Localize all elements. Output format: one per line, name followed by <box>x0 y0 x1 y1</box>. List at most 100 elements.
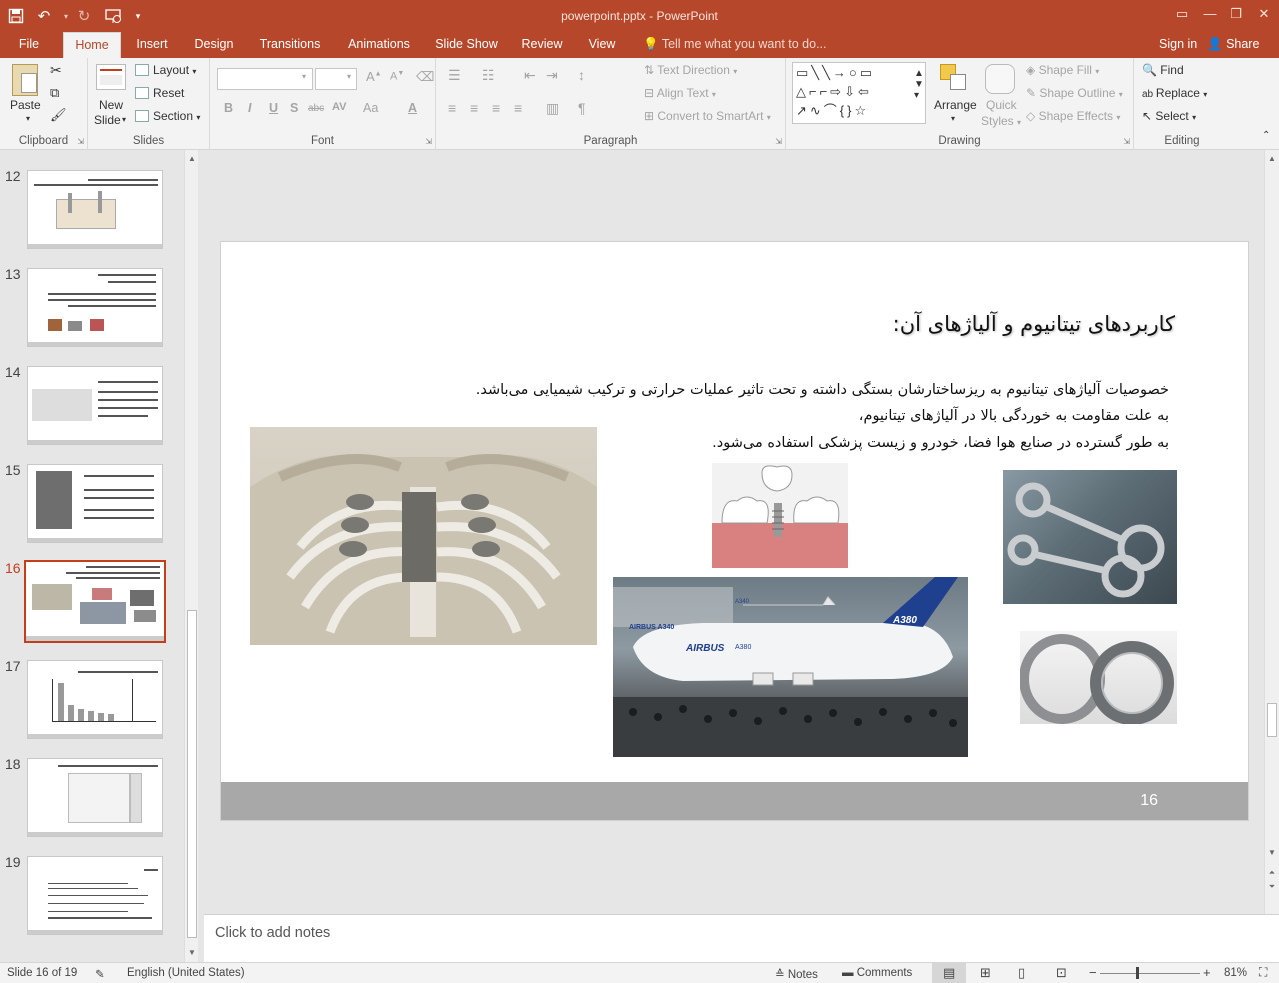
spell-check-icon[interactable]: ✎ <box>95 967 105 981</box>
shape-outline-button[interactable]: ✎ Shape Outline ▾ <box>1026 86 1123 100</box>
decrease-font-icon[interactable]: A▼ <box>390 70 404 83</box>
numbering-icon[interactable]: ☷ <box>482 67 495 84</box>
slide-scrollbar[interactable]: ▲ ▼ ⏶ ⏷ <box>1264 150 1279 914</box>
italic-button[interactable]: I <box>248 101 251 115</box>
format-painter-icon[interactable]: 🖌 <box>50 107 67 123</box>
layout-button[interactable]: Layout ▾ <box>135 63 196 77</box>
character-spacing-button[interactable]: AV <box>332 101 346 113</box>
increase-indent-icon[interactable]: ⇥ <box>546 67 558 84</box>
strikethrough-button[interactable]: abc <box>308 103 324 114</box>
drawing-launcher-icon[interactable]: ⇲ <box>1123 137 1130 146</box>
dental-implant-image[interactable] <box>712 463 848 568</box>
tab-home[interactable]: Home <box>63 32 121 58</box>
chest-implant-image[interactable] <box>250 427 597 645</box>
scroll-down-icon[interactable]: ▼ <box>185 946 199 960</box>
bullets-icon[interactable]: ☰ <box>448 67 461 84</box>
zoom-in-button[interactable]: + <box>1203 965 1211 980</box>
notes-placeholder[interactable]: Click to add notes <box>215 925 330 941</box>
slide-body-line[interactable]: به علت مقاومت به خوردگی بالا در آلیاژهای… <box>859 408 1169 424</box>
increase-font-icon[interactable]: A▲ <box>366 69 382 84</box>
font-size-dropdown-icon[interactable]: ▾ <box>347 72 351 81</box>
sign-in-link[interactable]: Sign in <box>1159 32 1197 56</box>
reading-view-icon[interactable]: ▯ <box>1018 965 1025 981</box>
new-slide-button-line2[interactable]: Slide <box>94 113 121 127</box>
underline-button[interactable]: U <box>269 101 278 115</box>
slide-thumbnail-19[interactable] <box>27 856 163 935</box>
clear-formatting-icon[interactable]: ⌫ <box>416 69 434 85</box>
zoom-slider[interactable] <box>1100 973 1200 974</box>
tab-design[interactable]: Design <box>186 32 242 58</box>
reset-button[interactable]: Reset <box>135 86 184 100</box>
ribbon-display-options-icon[interactable]: ▭ <box>1168 3 1196 25</box>
slide-title[interactable]: کاربردهای تیتانیوم و آلیاژهای آن: <box>893 312 1175 336</box>
previous-slide-icon[interactable]: ⏶ <box>1265 866 1279 880</box>
quick-styles-button-line2[interactable]: Styles ▾ <box>981 114 1021 128</box>
new-slide-dropdown-icon[interactable]: ▾ <box>122 115 126 124</box>
arrange-button[interactable]: Arrange <box>934 98 977 112</box>
bold-button[interactable]: B <box>224 101 233 115</box>
shape-effects-button[interactable]: ◇ Shape Effects ▾ <box>1026 109 1120 123</box>
paste-icon[interactable] <box>12 64 38 96</box>
share-button[interactable]: 👤 Share <box>1207 32 1259 56</box>
tab-slide-show[interactable]: Slide Show <box>428 32 505 58</box>
thumbnail-scrollbar[interactable]: ▲ ▼ <box>184 150 198 962</box>
tab-insert[interactable]: Insert <box>127 32 177 58</box>
slide-body-line[interactable]: به طور گسترده در صنایع هوا فضا، خودرو و … <box>712 435 1169 451</box>
slide-thumbnail-17[interactable] <box>27 660 163 739</box>
shape-fill-button[interactable]: ◈ Shape Fill ▾ <box>1026 63 1099 77</box>
slide-thumbnail-16[interactable] <box>24 560 166 643</box>
shapes-gallery[interactable]: ▭╲╲→○▭ △⌐⌐⇨⇩⇦ ↗∿⌒{}☆ <box>792 62 926 124</box>
justify-icon[interactable]: ≡ <box>514 100 522 116</box>
close-icon[interactable]: ✕ <box>1250 3 1278 25</box>
font-launcher-icon[interactable]: ⇲ <box>425 137 432 146</box>
scroll-thumb[interactable] <box>1267 703 1277 737</box>
scroll-up-icon[interactable]: ▲ <box>1265 152 1279 166</box>
cut-icon[interactable]: ✂ <box>50 62 62 79</box>
paste-button[interactable]: Paste <box>10 98 41 112</box>
tab-file[interactable]: File <box>8 32 50 58</box>
rtl-icon[interactable]: ¶ <box>578 100 586 116</box>
language-indicator[interactable]: English (United States) <box>127 967 245 979</box>
find-button[interactable]: 🔍 Find <box>1142 63 1184 77</box>
slide-body-line[interactable]: خصوصیات آلیاژهای تیتانیوم به ریزساختارشا… <box>476 382 1169 398</box>
align-text-button[interactable]: ⊟ Align Text ▾ <box>644 86 716 100</box>
paste-dropdown-icon[interactable]: ▾ <box>26 114 30 123</box>
tab-review[interactable]: Review <box>514 32 570 58</box>
align-right-icon[interactable]: ≡ <box>492 100 500 116</box>
replace-button[interactable]: ab Replace ▾ <box>1142 86 1207 100</box>
quick-styles-icon[interactable] <box>985 64 1015 94</box>
slide-thumbnail-13[interactable] <box>27 268 163 347</box>
quick-styles-button[interactable]: Quick <box>986 98 1017 112</box>
select-button[interactable]: ↖ Select ▾ <box>1142 109 1196 123</box>
section-button[interactable]: Section ▾ <box>135 109 200 123</box>
tab-view[interactable]: View <box>580 32 624 58</box>
airbus-a380-image[interactable]: AIRBUS A340 AIRBUS A380 A380 A340 <box>613 577 968 757</box>
paragraph-launcher-icon[interactable]: ⇲ <box>775 137 782 146</box>
scroll-up-icon[interactable]: ▲ <box>185 152 199 166</box>
scroll-down-icon[interactable]: ▼ <box>1265 846 1279 860</box>
new-slide-button[interactable]: New <box>99 98 123 112</box>
scroll-thumb[interactable] <box>187 610 197 938</box>
zoom-slider-thumb[interactable] <box>1136 967 1139 979</box>
notes-toggle[interactable]: ≙ Notes <box>775 967 818 981</box>
tell-me-box[interactable]: 💡 Tell me what you want to do... <box>643 32 827 58</box>
change-case-button[interactable]: Aa <box>363 101 378 115</box>
slide-thumbnail-18[interactable] <box>27 758 163 837</box>
fit-slide-icon[interactable]: ⛶ <box>1259 965 1267 980</box>
font-name-dropdown-icon[interactable]: ▾ <box>302 72 306 81</box>
slide-canvas[interactable]: کاربردهای تیتانیوم و آلیاژهای آن: خصوصیا… <box>220 241 1249 821</box>
slide-sorter-icon[interactable]: ⊞ <box>980 965 991 981</box>
align-left-icon[interactable]: ≡ <box>448 100 456 116</box>
line-spacing-icon[interactable]: ↕ <box>578 67 585 83</box>
arrange-icon[interactable] <box>940 64 968 94</box>
text-direction-button[interactable]: ⇅ Text Direction ▾ <box>644 63 737 77</box>
zoom-level[interactable]: 81% <box>1224 967 1247 979</box>
clipboard-launcher-icon[interactable]: ⇲ <box>77 137 84 146</box>
comments-toggle[interactable]: ▬ Comments <box>842 967 912 979</box>
decrease-indent-icon[interactable]: ⇤ <box>524 67 536 84</box>
new-slide-icon[interactable] <box>96 64 126 90</box>
tab-transitions[interactable]: Transitions <box>250 32 330 58</box>
zoom-out-button[interactable]: − <box>1089 965 1097 980</box>
arrange-dropdown-icon[interactable]: ▾ <box>951 114 955 123</box>
shapes-more-icon[interactable]: ▲ ▼ ▾ <box>914 68 924 101</box>
